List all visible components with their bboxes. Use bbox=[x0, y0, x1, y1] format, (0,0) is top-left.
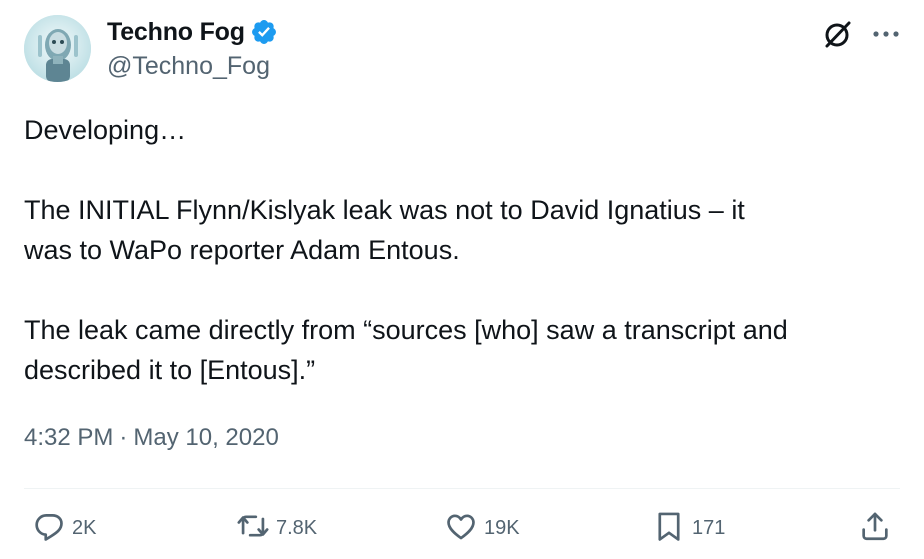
repost-icon bbox=[236, 509, 270, 548]
tweet-card: Techno Fog @Techno_Fog Developing… The I… bbox=[0, 0, 924, 559]
avatar-image bbox=[24, 15, 91, 82]
bookmark-button[interactable]: 171 bbox=[652, 506, 725, 550]
bookmark-icon bbox=[652, 509, 686, 548]
tweet-paragraph: Developing… bbox=[24, 115, 187, 145]
reply-count: 2K bbox=[72, 516, 97, 539]
tweet-paragraph: The leak came directly from “sources [wh… bbox=[24, 315, 788, 385]
avatar[interactable] bbox=[24, 15, 91, 82]
repost-count: 7.8K bbox=[276, 516, 318, 539]
timestamp-separator: · bbox=[119, 424, 128, 451]
like-count: 19K bbox=[484, 516, 520, 539]
more-dots-icon[interactable] bbox=[868, 18, 904, 50]
repost-button[interactable]: 7.8K bbox=[236, 506, 317, 550]
share-button[interactable] bbox=[858, 506, 892, 550]
reply-button[interactable]: 2K bbox=[32, 506, 96, 550]
like-button[interactable]: 19K bbox=[444, 506, 520, 550]
author-name-row[interactable]: Techno Fog bbox=[107, 16, 278, 48]
reply-icon bbox=[32, 509, 66, 548]
verified-badge-icon[interactable] bbox=[250, 18, 278, 46]
display-name[interactable]: Techno Fog bbox=[107, 18, 245, 47]
grok-icon[interactable] bbox=[822, 18, 854, 50]
share-icon bbox=[858, 509, 892, 548]
action-bar: 2K 7.8K 19K 171 bbox=[0, 506, 924, 550]
bookmark-count: 171 bbox=[692, 516, 726, 539]
tweet-timestamp[interactable]: 4:32 PM · May 10, 2020 bbox=[24, 424, 279, 452]
tweet-text: Developing… The INITIAL Flynn/Kislyak le… bbox=[24, 110, 904, 390]
tweet-paragraph: The INITIAL Flynn/Kislyak leak was not t… bbox=[24, 195, 745, 265]
tweet-time[interactable]: 4:32 PM bbox=[24, 424, 113, 452]
tweet-date[interactable]: May 10, 2020 bbox=[133, 424, 278, 452]
divider bbox=[24, 488, 900, 489]
author-handle[interactable]: @Techno_Fog bbox=[107, 52, 270, 81]
heart-icon bbox=[444, 509, 478, 548]
